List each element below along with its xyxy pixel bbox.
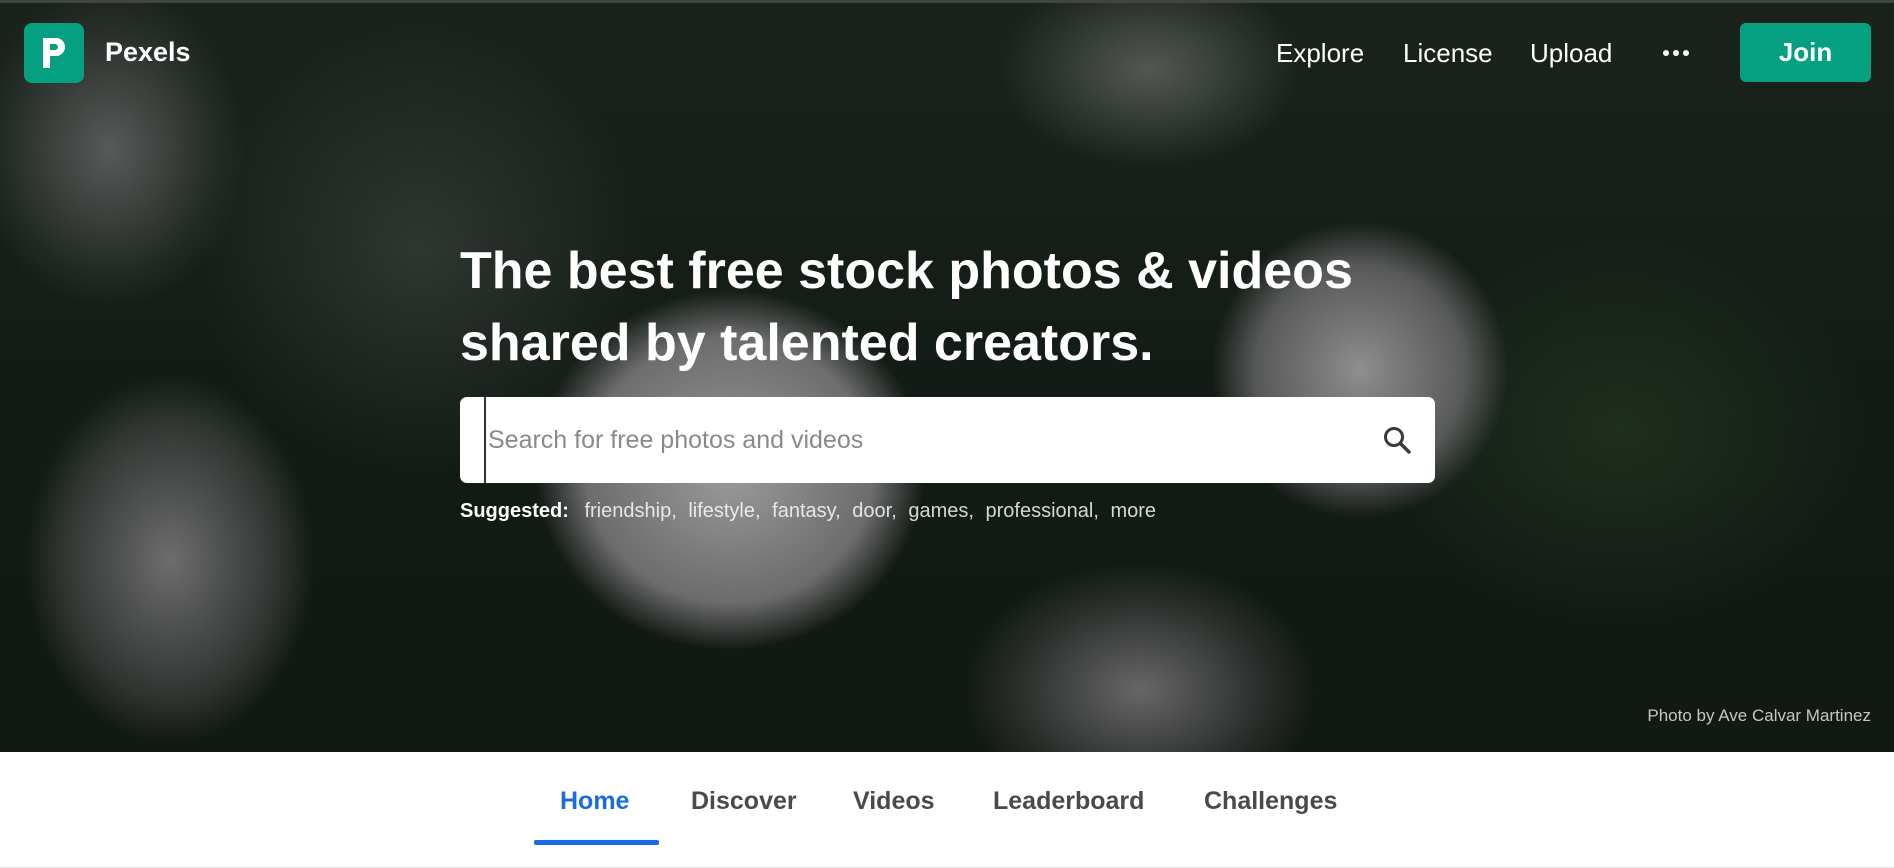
active-tab-indicator	[534, 840, 659, 845]
section-tabs: Home Discover Videos Leaderboard Challen…	[0, 752, 1894, 868]
more-horizontal-icon	[1663, 50, 1689, 56]
search-button[interactable]	[1382, 425, 1412, 455]
suggested-searches: Suggested: friendship, lifestyle, fantas…	[460, 500, 1157, 522]
tab-leaderboard[interactable]: Leaderboard	[993, 787, 1144, 816]
more-button[interactable]	[1662, 40, 1690, 66]
nav-upload-link[interactable]: Upload	[1530, 38, 1612, 69]
join-button[interactable]: Join	[1740, 23, 1871, 82]
tab-home[interactable]: Home	[560, 787, 629, 816]
suggest-friendship[interactable]: friendship	[584, 500, 671, 522]
suggested-label: Suggested:	[460, 500, 569, 522]
search-icon	[1384, 427, 1411, 454]
suggest-lifestyle[interactable]: lifestyle	[688, 500, 755, 522]
nav-license-link[interactable]: License	[1403, 38, 1493, 69]
suggest-fantasy[interactable]: fantasy	[772, 500, 835, 522]
tab-challenges[interactable]: Challenges	[1204, 787, 1337, 816]
suggest-more[interactable]: more	[1110, 500, 1156, 522]
suggest-professional[interactable]: professional	[985, 500, 1093, 522]
pexels-logo[interactable]	[24, 23, 84, 83]
nav-explore-link[interactable]: Explore	[1276, 38, 1364, 69]
headline-line-2: shared by talented creators.	[460, 314, 1154, 372]
headline-line-1: The best free stock photos & videos	[460, 242, 1353, 300]
top-border	[0, 0, 1894, 3]
search-input[interactable]	[484, 397, 1364, 483]
suggest-door[interactable]: door	[852, 500, 891, 522]
search-bar	[460, 397, 1435, 483]
brand-name[interactable]: Pexels	[105, 37, 191, 68]
pexels-p-icon	[43, 38, 65, 68]
suggest-games[interactable]: games	[908, 500, 968, 522]
hero-banner: Pexels Explore License Upload Join The b…	[0, 0, 1894, 752]
tab-videos[interactable]: Videos	[853, 787, 935, 816]
hero-headline: The best free stock photos & videos shar…	[460, 235, 1460, 379]
tab-discover[interactable]: Discover	[691, 787, 797, 816]
photo-credit[interactable]: Photo by Ave Calvar Martinez	[1647, 706, 1871, 726]
